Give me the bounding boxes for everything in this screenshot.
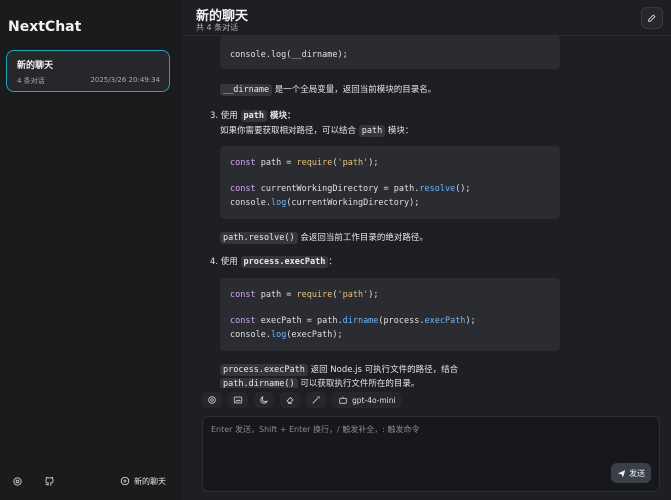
code-line: console.log(execPath);	[230, 330, 343, 340]
message-text: path.resolve() 会返回当前工作目录的绝对路径。	[220, 231, 428, 244]
model-name: gpt-4o-mini	[352, 395, 396, 405]
mask-tool-button[interactable]	[306, 392, 326, 408]
code-block: const path = require('path'); const curr…	[220, 146, 560, 219]
list-item-3: 3. 使用 path 模块：	[210, 110, 296, 122]
clear-icon	[286, 396, 294, 404]
sidebar: NextChat 新的聊天 4 条对话 2025/3/26 20:49:34 新…	[0, 0, 182, 500]
new-chat-label: 新的聊天	[134, 476, 166, 486]
add-icon	[120, 476, 130, 486]
message-text: 如果你需要获取相对路径，可以结合 path 模块：	[220, 125, 414, 137]
model-selector[interactable]: gpt-4o-mini	[332, 392, 402, 408]
image-icon	[233, 396, 243, 404]
chat-input-container: 发送	[202, 416, 660, 492]
code-line: const path = require('path');	[230, 158, 379, 168]
theme-icon	[260, 396, 268, 404]
new-chat-button[interactable]: 新的聊天	[116, 472, 170, 490]
github-button[interactable]	[40, 472, 58, 490]
mask-icon	[312, 396, 320, 404]
settings-tool-button[interactable]	[202, 392, 222, 408]
robot-icon	[339, 396, 347, 404]
list-item-4: 4. 使用 process.execPath：	[210, 256, 337, 268]
send-icon	[617, 469, 626, 477]
code-line: const currentWorkingDirectory = path.res…	[230, 184, 471, 194]
app-title: NextChat	[8, 19, 82, 35]
message-text: path.dirname() 可以获取执行文件所在的目录。	[220, 377, 419, 388]
message-text: __dirname 是一个全局变量，返回当前模块的目录名。	[220, 83, 436, 96]
session-time: 2025/3/26 20:49:34	[90, 76, 160, 84]
message-list: console.log(__dirname); __dirname 是一个全局变…	[182, 36, 671, 388]
code-line: console.log(currentWorkingDirectory);	[230, 198, 420, 208]
edit-title-button[interactable]	[641, 7, 663, 29]
chat-input[interactable]	[203, 417, 659, 491]
settings-icon	[12, 476, 22, 486]
theme-tool-button[interactable]	[254, 392, 274, 408]
message-text: process.execPath 返回 Node.js 可执行文件的路径，结合	[220, 363, 458, 376]
settings-button[interactable]	[8, 472, 26, 490]
code-line: const execPath = path.dirname(process.ex…	[230, 316, 476, 326]
chat-main: 新的聊天 共 4 条对话 console.log(__dirname); __d…	[182, 0, 671, 500]
code-block: const path = require('path'); const exec…	[220, 278, 560, 351]
pencil-icon	[648, 14, 656, 22]
image-tool-button[interactable]	[228, 392, 248, 408]
code-block: console.log(__dirname);	[220, 36, 560, 69]
session-title: 新的聊天	[17, 61, 54, 71]
github-icon	[44, 476, 54, 486]
code-line: const path = require('path');	[230, 290, 379, 300]
chat-toolbar: gpt-4o-mini	[202, 392, 402, 410]
chat-session-item[interactable]: 新的聊天 4 条对话 2025/3/26 20:49:34	[6, 50, 170, 92]
send-label: 发送	[629, 468, 645, 478]
chat-subtitle: 共 4 条对话	[196, 23, 239, 32]
clear-tool-button[interactable]	[280, 392, 300, 408]
session-count: 4 条对话	[17, 77, 45, 85]
settings-icon	[208, 396, 216, 404]
code-line: console.log(__dirname);	[230, 50, 348, 60]
send-button[interactable]: 发送	[611, 463, 651, 483]
